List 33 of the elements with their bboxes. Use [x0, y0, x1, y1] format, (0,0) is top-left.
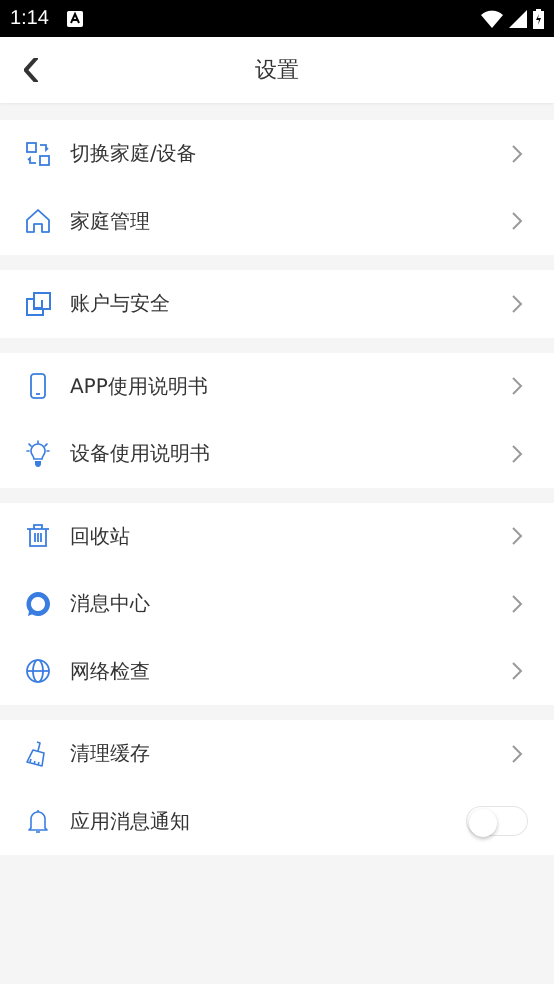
settings-item[interactable]: 应用消息通知: [70, 808, 448, 835]
chevron-icon[interactable]: [510, 444, 524, 464]
chevron-icon[interactable]: [510, 744, 524, 764]
wifi-icon: [481, 10, 503, 28]
notification-icon: [66, 10, 83, 26]
home-icon: [24, 207, 52, 236]
settings-item[interactable]: 清理缓存: [70, 740, 492, 768]
page-title: 设置: [255, 57, 299, 85]
status-time: 1:14: [10, 7, 49, 30]
chevron-icon[interactable]: [510, 661, 524, 682]
lightbulb-icon: [24, 440, 52, 468]
back-icon[interactable]: [24, 58, 38, 82]
squares-icon: [24, 290, 52, 318]
chevron-icon[interactable]: [510, 211, 524, 232]
settings-item[interactable]: 家庭管理: [70, 208, 492, 235]
chevron-icon[interactable]: [510, 594, 524, 614]
settings-item[interactable]: 账户与安全: [70, 290, 492, 318]
chevron-icon[interactable]: [510, 526, 524, 546]
settings-item[interactable]: 回收站: [70, 522, 492, 550]
chevron-icon[interactable]: [510, 376, 524, 396]
chevron-icon[interactable]: [510, 294, 524, 314]
settings-item[interactable]: APP使用说明书: [70, 372, 492, 400]
settings-item[interactable]: 切换家庭/设备: [70, 140, 492, 168]
globe-icon: [24, 657, 52, 686]
settings-item[interactable]: 消息中心: [70, 590, 492, 618]
settings-item[interactable]: 设备使用说明书: [70, 440, 492, 468]
swap-icon: [24, 140, 52, 168]
chat-icon: [24, 590, 52, 618]
battery-icon: [533, 8, 544, 28]
settings-item[interactable]: 网络检查: [70, 658, 492, 685]
chevron-icon[interactable]: [510, 144, 524, 164]
signal-icon: [509, 10, 527, 28]
toggle-switch[interactable]: [466, 806, 528, 836]
